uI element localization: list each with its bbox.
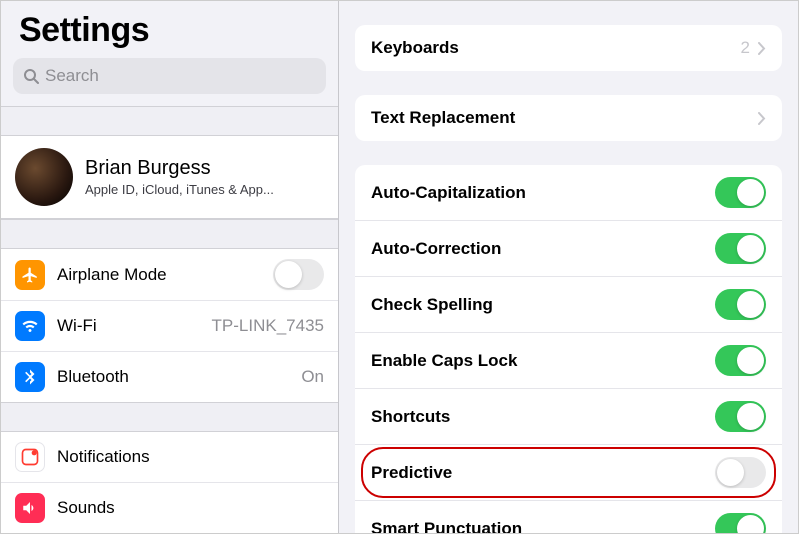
sounds-icon [15, 493, 45, 523]
row-label: Sounds [57, 498, 324, 518]
sidebar-item-sounds[interactable]: Sounds [1, 483, 338, 533]
row-label: Check Spelling [371, 295, 715, 315]
row-label: Text Replacement [371, 108, 758, 128]
toggle-row-auto-capitalization: Auto-Capitalization [355, 165, 782, 221]
bluetooth-value: On [301, 367, 324, 387]
enable-caps-lock-toggle[interactable] [715, 345, 766, 376]
sidebar-item-airplane[interactable]: Airplane Mode [1, 249, 338, 301]
toggle-row-enable-caps-lock: Enable Caps Lock [355, 333, 782, 389]
row-label: Smart Punctuation [371, 519, 715, 534]
search-wrap: Search [1, 58, 338, 106]
section-spacer [1, 402, 338, 432]
predictive-toggle[interactable] [715, 457, 766, 488]
detail-pane: Keyboards 2 Text Replacement Auto-Capita… [339, 1, 798, 533]
sidebar-item-notifications[interactable]: Notifications [1, 432, 338, 483]
section-spacer [1, 106, 338, 136]
search-placeholder: Search [45, 66, 99, 86]
notifications-icon [15, 442, 45, 472]
search-input[interactable]: Search [13, 58, 326, 94]
wifi-icon [15, 311, 45, 341]
account-row[interactable]: Brian Burgess Apple ID, iCloud, iTunes &… [1, 136, 338, 219]
chevron-right-icon [758, 112, 766, 125]
keyboards-count: 2 [741, 38, 750, 58]
row-label: Enable Caps Lock [371, 351, 715, 371]
alerts-group: Notifications Sounds [1, 432, 338, 533]
check-spelling-toggle[interactable] [715, 289, 766, 320]
bluetooth-icon [15, 362, 45, 392]
wifi-value: TP-LINK_7435 [212, 316, 324, 336]
row-label: Airplane Mode [57, 265, 273, 285]
sidebar-item-bluetooth[interactable]: Bluetooth On [1, 352, 338, 402]
row-label: Wi-Fi [57, 316, 212, 336]
auto-correction-toggle[interactable] [715, 233, 766, 264]
row-label: Keyboards [371, 38, 741, 58]
row-label: Bluetooth [57, 367, 301, 387]
page-title: Settings [1, 1, 338, 58]
text-replacement-row[interactable]: Text Replacement [355, 95, 782, 141]
settings-sidebar: Settings Search Brian Burgess Apple ID, … [1, 1, 339, 533]
sidebar-item-wifi[interactable]: Wi-Fi TP-LINK_7435 [1, 301, 338, 352]
avatar [15, 148, 73, 206]
text-replacement-group: Text Replacement [355, 95, 782, 141]
shortcuts-toggle[interactable] [715, 401, 766, 432]
toggle-row-shortcuts: Shortcuts [355, 389, 782, 445]
row-label: Shortcuts [371, 407, 715, 427]
airplane-icon [15, 260, 45, 290]
keyboards-group: Keyboards 2 [355, 25, 782, 71]
row-label: Notifications [57, 447, 324, 467]
connectivity-group: Airplane Mode Wi-Fi TP-LINK_7435 Bluetoo… [1, 249, 338, 402]
row-label: Auto-Correction [371, 239, 715, 259]
toggle-row-predictive: Predictive [355, 445, 782, 501]
search-icon [23, 68, 39, 84]
account-subtitle: Apple ID, iCloud, iTunes & App... [85, 182, 274, 197]
toggle-row-auto-correction: Auto-Correction [355, 221, 782, 277]
keyboards-row[interactable]: Keyboards 2 [355, 25, 782, 71]
smart-punctuation-toggle[interactable] [715, 513, 766, 533]
toggle-row-smart-punctuation: Smart Punctuation [355, 501, 782, 533]
row-label: Predictive [371, 463, 715, 483]
row-label: Auto-Capitalization [371, 183, 715, 203]
account-name: Brian Burgess [85, 157, 274, 180]
keyboard-toggles-group: Auto-Capitalization Auto-Correction Chec… [355, 165, 782, 533]
auto-capitalization-toggle[interactable] [715, 177, 766, 208]
chevron-right-icon [758, 42, 766, 55]
section-spacer [1, 219, 338, 249]
airplane-toggle[interactable] [273, 259, 324, 290]
toggle-row-check-spelling: Check Spelling [355, 277, 782, 333]
